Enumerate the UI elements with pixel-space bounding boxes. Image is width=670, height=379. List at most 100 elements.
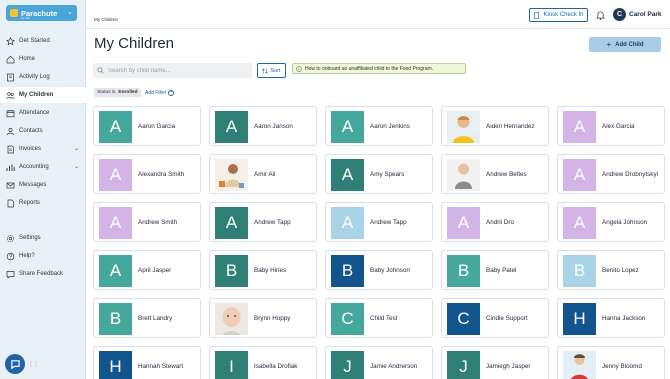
child-card[interactable]: Aiden Hernandez [441, 106, 549, 146]
child-card[interactable]: A Andrew Smith [93, 202, 201, 242]
avatar[interactable]: C [613, 8, 626, 21]
breadcrumb[interactable]: My Children [94, 17, 118, 22]
sidebar-item-settings[interactable]: Settings [0, 230, 86, 246]
brand-sub: by Kisi [21, 16, 30, 20]
child-card[interactable]: A Alex Garcia [557, 106, 665, 146]
add-child-button[interactable]: + Add Child [589, 37, 661, 52]
child-avatar: B [563, 255, 596, 287]
child-avatar: A [99, 255, 132, 287]
add-filter-button[interactable]: Add Filter + [145, 88, 175, 97]
search-icon [97, 67, 104, 74]
child-avatar: A [99, 207, 132, 239]
child-name: Child Test [370, 315, 398, 322]
onboard-info-banner[interactable]: How to onboard an unaffiliated child to … [292, 63, 466, 74]
child-name: Amir Ali [254, 171, 276, 178]
help-icon [6, 252, 15, 261]
invoice-icon [6, 145, 15, 154]
sidebar-item-label: Contacts [19, 128, 43, 134]
sidebar-item-my-children[interactable]: My Children [0, 87, 86, 103]
child-card[interactable]: J Jamiegh Jasper [441, 346, 549, 379]
child-name: Jenny Bloomd [602, 363, 642, 370]
status-filter-chip[interactable]: Status is Enrolled [94, 88, 141, 97]
kiosk-check-in-button[interactable]: Kiosk Check In [529, 8, 588, 22]
sidebar-item-label: My Children [19, 92, 54, 98]
child-card[interactable]: B Benito Lopez [557, 250, 665, 290]
sidebar-item-help[interactable]: Help? [0, 248, 86, 264]
child-name: Alex Garcia [602, 123, 635, 130]
child-avatar: A [331, 111, 364, 143]
user-name[interactable]: Carol Park [629, 11, 662, 18]
drag-handle-icon[interactable]: ⋮⋮ [28, 361, 39, 368]
child-card[interactable]: A Aaron Jenkins [325, 106, 433, 146]
child-avatar: C [331, 303, 364, 335]
org-switcher[interactable]: Parachute by Kisi ⌄ [6, 5, 77, 21]
child-card[interactable]: A Aaron Garcia [93, 106, 201, 146]
child-card[interactable]: A Andrew Drobnytskyi [557, 154, 665, 194]
sidebar-item-accounting[interactable]: Accounting ⌄ [0, 159, 86, 175]
child-card[interactable]: Jenny Bloomd [557, 346, 665, 379]
children-grid: A Aaron Garcia A Aaron Janson A Aaron Jenkins… [93, 106, 670, 379]
sort-button[interactable]: Sort [257, 63, 286, 78]
child-card[interactable]: A Angela Johnson [557, 202, 665, 242]
child-card[interactable]: Andrew Betles [441, 154, 549, 194]
sidebar-item-activity-log[interactable]: Activity Log [0, 69, 86, 85]
contact-icon [6, 127, 15, 136]
sidebar-item-invoices[interactable]: Invoices ⌄ [0, 141, 86, 157]
child-card[interactable]: I Isabella Drofiak [209, 346, 317, 379]
add-child-label: Add Child [615, 41, 644, 48]
child-avatar: A [563, 111, 596, 143]
sidebar-item-contacts[interactable]: Contacts [0, 123, 86, 139]
chat-button[interactable] [5, 354, 25, 374]
child-card[interactable]: C Cindie Support [441, 298, 549, 338]
child-name: Aaron Jenkins [370, 123, 410, 130]
child-avatar: B [215, 255, 248, 287]
child-card[interactable]: A April Jasper [93, 250, 201, 290]
child-avatar: A [563, 159, 596, 191]
child-card[interactable]: A Andrii Dro [441, 202, 549, 242]
sidebar-item-share-feedback[interactable]: Share Feedback [0, 266, 86, 282]
sidebar-item-label: Home [19, 56, 36, 62]
child-avatar: H [99, 351, 132, 379]
child-card[interactable]: A Amy Spears [325, 154, 433, 194]
child-card[interactable]: B Baby Johnson [325, 250, 433, 290]
child-name: Andrew Smith [138, 219, 178, 226]
sidebar-item-attendance[interactable]: Attendance [0, 105, 86, 121]
child-name: Angela Johnson [602, 219, 648, 226]
sidebar-item-home[interactable]: Home [0, 51, 86, 67]
child-card[interactable]: A Andrew Tapp [325, 202, 433, 242]
search-field[interactable] [93, 63, 252, 78]
child-card[interactable]: B Brett Landry [93, 298, 201, 338]
child-photo [563, 351, 596, 379]
child-card[interactable]: A Andrew Tapp [209, 202, 317, 242]
add-filter-label: Add Filter [145, 89, 167, 96]
child-card[interactable]: B Baby Hines [209, 250, 317, 290]
child-avatar: A [331, 159, 364, 191]
sidebar-item-reports[interactable]: Reports [0, 195, 86, 211]
status-label: Status is [97, 90, 116, 95]
sidebar-item-label: Settings [19, 235, 41, 241]
child-card[interactable]: H Hanna Jackson [557, 298, 665, 338]
bell-icon[interactable] [596, 10, 605, 20]
child-avatar: C [447, 303, 480, 335]
search-input[interactable] [108, 67, 248, 74]
child-name: Benito Lopez [602, 267, 639, 274]
child-name: Aaron Janson [254, 123, 293, 130]
sidebar-item-get-started[interactable]: Get Started [0, 33, 86, 49]
feedback-icon [6, 270, 15, 279]
child-avatar: A [215, 111, 248, 143]
sidebar-item-messages[interactable]: Messages [0, 177, 86, 193]
child-card[interactable]: A Alexandra Smith [93, 154, 201, 194]
child-name: Jamie Andrerson [370, 363, 418, 370]
child-avatar: A [99, 159, 132, 191]
child-name: Andrew Betles [486, 171, 527, 178]
page-title: My Children [94, 35, 175, 52]
child-card[interactable]: H Hannah Stewart [93, 346, 201, 379]
child-card[interactable]: C Child Test [325, 298, 433, 338]
child-card[interactable]: B Baby Patel [441, 250, 549, 290]
child-card[interactable]: Amir Ali [209, 154, 317, 194]
child-name: Isabella Drofiak [254, 363, 298, 370]
child-card[interactable]: J Jamie Andrerson [325, 346, 433, 379]
child-card[interactable]: A Aaron Janson [209, 106, 317, 146]
child-card[interactable]: Brynn Hoppy [209, 298, 317, 338]
parachute-logo-icon [10, 9, 18, 17]
